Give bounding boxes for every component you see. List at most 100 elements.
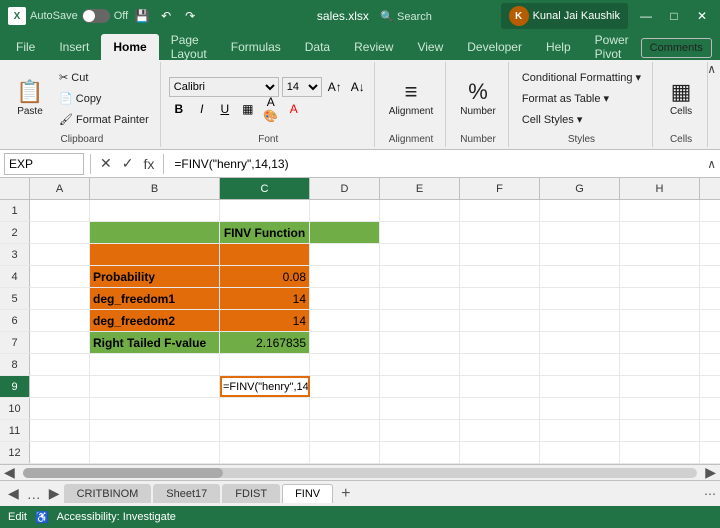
cell-c9-formula[interactable]: =FINV("henry",14,13) — [220, 376, 310, 397]
cell-f10[interactable] — [460, 398, 540, 419]
cell-a4[interactable] — [30, 266, 90, 287]
scroll-thumb[interactable] — [23, 468, 223, 478]
cell-e10[interactable] — [380, 398, 460, 419]
scroll-track[interactable] — [23, 468, 697, 478]
cell-d10[interactable] — [310, 398, 380, 419]
cell-f8[interactable] — [460, 354, 540, 375]
cell-a9[interactable] — [30, 376, 90, 397]
cell-g10[interactable] — [540, 398, 620, 419]
add-sheet-button[interactable]: + — [335, 485, 356, 503]
cell-f2[interactable] — [460, 222, 540, 243]
cell-e5[interactable] — [380, 288, 460, 309]
cell-e8[interactable] — [380, 354, 460, 375]
tab-file[interactable]: File — [4, 34, 47, 60]
cell-b6[interactable]: deg_freedom2 — [90, 310, 220, 331]
autosave-toggle[interactable] — [82, 9, 110, 23]
cell-h1[interactable] — [620, 200, 700, 221]
cell-d2[interactable] — [310, 222, 380, 243]
paste-button[interactable]: 📋 Paste — [10, 75, 50, 120]
cell-c11[interactable] — [220, 420, 310, 441]
cell-c3[interactable] — [220, 244, 310, 265]
cell-b5[interactable]: deg_freedom1 — [90, 288, 220, 309]
cell-f4[interactable] — [460, 266, 540, 287]
name-box[interactable] — [4, 153, 84, 175]
tab-page-layout[interactable]: Page Layout — [159, 34, 219, 60]
cell-c4[interactable]: 0.08 — [220, 266, 310, 287]
cell-h4[interactable] — [620, 266, 700, 287]
cell-f3[interactable] — [460, 244, 540, 265]
redo-button[interactable]: ↷ — [180, 6, 200, 26]
confirm-formula-button[interactable]: ✓ — [119, 155, 137, 172]
insert-function-button[interactable]: fx — [140, 156, 157, 172]
number-button[interactable]: % Number — [454, 75, 502, 120]
tab-help[interactable]: Help — [534, 34, 583, 60]
cell-f7[interactable] — [460, 332, 540, 353]
undo-button[interactable]: ↶ — [156, 6, 176, 26]
cell-d6[interactable] — [310, 310, 380, 331]
cell-d9[interactable] — [310, 376, 380, 397]
cell-a3[interactable] — [30, 244, 90, 265]
cell-f9[interactable] — [460, 376, 540, 397]
cell-d1[interactable] — [310, 200, 380, 221]
cell-a2[interactable] — [30, 222, 90, 243]
cell-f5[interactable] — [460, 288, 540, 309]
increase-font-button[interactable]: A↑ — [325, 77, 345, 97]
cell-g3[interactable] — [540, 244, 620, 265]
border-button[interactable]: ▦ — [238, 99, 258, 119]
cell-b4[interactable]: Probability — [90, 266, 220, 287]
cell-g7[interactable] — [540, 332, 620, 353]
sheet-nav-more[interactable]: … — [23, 486, 45, 502]
cell-c10[interactable] — [220, 398, 310, 419]
cells-button[interactable]: ▦ Cells — [661, 75, 701, 120]
scroll-right-button[interactable]: ▶ — [701, 464, 720, 481]
cell-c7[interactable]: 2.167835 — [220, 332, 310, 353]
format-painter-button[interactable]: 🖌 Format Painter — [54, 110, 154, 129]
cell-b11[interactable] — [90, 420, 220, 441]
cell-e7[interactable] — [380, 332, 460, 353]
cell-b12[interactable] — [90, 442, 220, 463]
cell-d12[interactable] — [310, 442, 380, 463]
tab-view[interactable]: View — [405, 34, 455, 60]
tab-power-pivot[interactable]: Power Pivot — [583, 34, 641, 60]
cell-h9[interactable] — [620, 376, 700, 397]
underline-button[interactable]: U — [215, 99, 235, 119]
cell-a8[interactable] — [30, 354, 90, 375]
sheet-tab-finv[interactable]: FINV — [282, 484, 333, 503]
cell-f6[interactable] — [460, 310, 540, 331]
cell-e3[interactable] — [380, 244, 460, 265]
cell-g8[interactable] — [540, 354, 620, 375]
cell-d8[interactable] — [310, 354, 380, 375]
cell-h10[interactable] — [620, 398, 700, 419]
cell-b9[interactable] — [90, 376, 220, 397]
cancel-formula-button[interactable]: ✕ — [97, 155, 115, 172]
formula-input[interactable] — [170, 153, 703, 175]
col-header-c[interactable]: C — [220, 178, 310, 199]
cell-f12[interactable] — [460, 442, 540, 463]
cell-c1[interactable] — [220, 200, 310, 221]
cell-h5[interactable] — [620, 288, 700, 309]
cut-button[interactable]: ✂ Cut — [54, 68, 154, 87]
cell-h7[interactable] — [620, 332, 700, 353]
cell-g1[interactable] — [540, 200, 620, 221]
col-header-e[interactable]: E — [380, 178, 460, 199]
format-as-table-button[interactable]: Format as Table ▾ — [517, 89, 646, 108]
cell-c8[interactable] — [220, 354, 310, 375]
sheet-tab-fdist[interactable]: FDIST — [222, 484, 280, 503]
horizontal-scrollbar[interactable]: ◀ ▶ — [0, 464, 720, 480]
tab-formulas[interactable]: Formulas — [219, 34, 293, 60]
cell-a1[interactable] — [30, 200, 90, 221]
cell-b10[interactable] — [90, 398, 220, 419]
cell-e11[interactable] — [380, 420, 460, 441]
alignment-button[interactable]: ≡ Alignment — [383, 75, 439, 120]
tab-insert[interactable]: Insert — [47, 34, 101, 60]
cell-h2[interactable] — [620, 222, 700, 243]
cell-a11[interactable] — [30, 420, 90, 441]
sheet-more-options-button[interactable]: ⋯ — [704, 487, 716, 501]
close-button[interactable]: ✕ — [692, 6, 712, 26]
cell-styles-button[interactable]: Cell Styles ▾ — [517, 110, 646, 129]
user-profile-btn[interactable]: K Kunal Jai Kaushik — [501, 3, 628, 29]
sheet-tab-sheet17[interactable]: Sheet17 — [153, 484, 220, 503]
ribbon-expand-button[interactable]: ∧ — [707, 62, 716, 76]
editing-button[interactable]: ∑ Editing — [716, 74, 720, 123]
cell-g9[interactable] — [540, 376, 620, 397]
